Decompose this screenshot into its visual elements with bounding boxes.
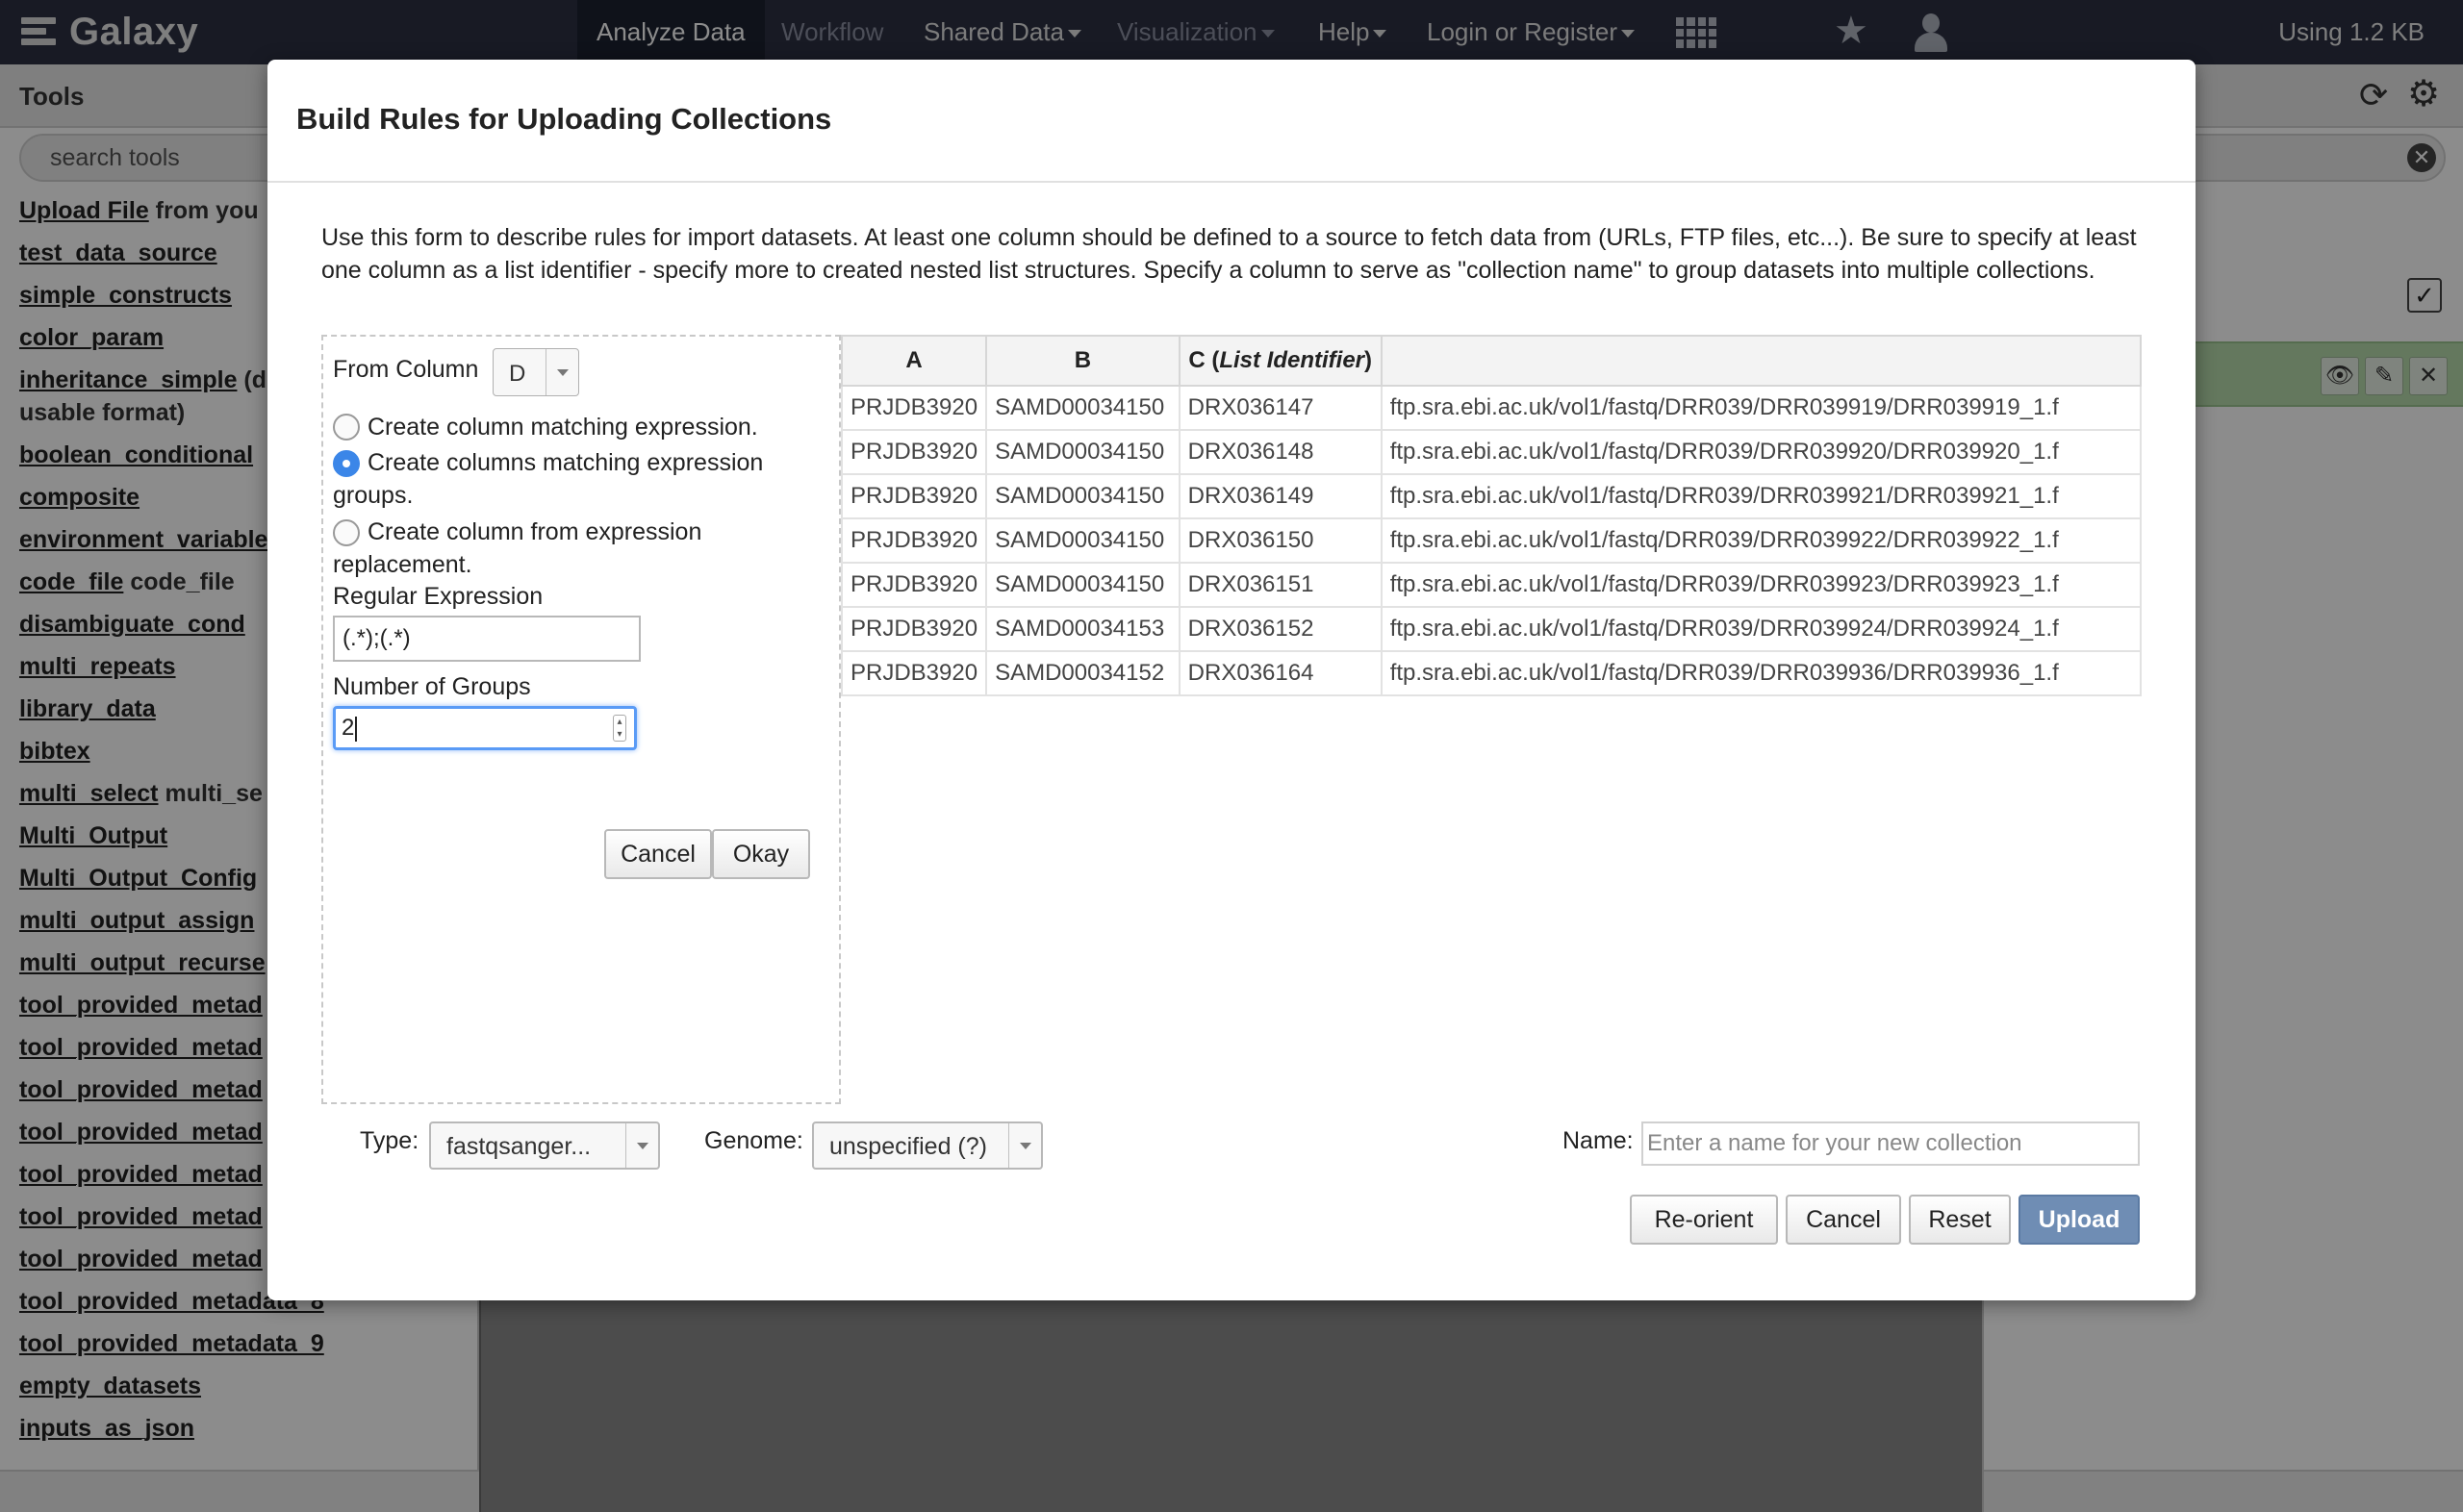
regex-label: Regular Expression [333,583,544,610]
table-cell: PRJDB3920 [841,650,988,696]
rules-data-table: A B C (List Identifier) PRJDB3920 SAMD000… [841,335,2142,1104]
rule-builder-modal: Build Rules for Uploading Collections Us… [267,60,2196,1300]
table-cell: PRJDB3920 [841,606,988,652]
chevron-down-icon [625,1123,658,1168]
table-cell: ftp.sra.ebi.ac.uk/vol1/fastq/DRR039/DRR0… [1380,650,2142,696]
table-cell: DRX036148 [1178,429,1383,475]
table-cell: PRJDB3920 [841,385,988,431]
regex-input[interactable]: (.*);(.*) [333,616,641,662]
name-label: Name: [1562,1127,1634,1154]
table-cell: ftp.sra.ebi.ac.uk/vol1/fastq/DRR039/DRR0… [1380,473,2142,519]
table-cell: ftp.sra.ebi.ac.uk/vol1/fastq/DRR039/DRR0… [1380,517,2142,564]
table-cell: ftp.sra.ebi.ac.uk/vol1/fastq/DRR039/DRR0… [1380,606,2142,652]
spinner-icon[interactable]: ▴ ▾ [613,715,626,742]
table-cell: PRJDB3920 [841,517,988,564]
reset-button[interactable]: Reset [1909,1195,2011,1245]
chevron-down-icon [546,349,578,395]
radio-column-matching[interactable] [333,414,360,441]
table-cell: ftp.sra.ebi.ac.uk/vol1/fastq/DRR039/DRR0… [1380,385,2142,431]
column-header-b[interactable]: B [985,335,1181,387]
type-label: Type: [360,1127,419,1154]
table-row: PRJDB3920 SAMD00034150 DRX036147 ftp.sra.eb… [841,385,2142,431]
table-cell: DRX036149 [1178,473,1383,519]
table-cell: DRX036147 [1178,385,1383,431]
table-cell: DRX036164 [1178,650,1383,696]
upload-button[interactable]: Upload [2019,1195,2140,1245]
cancel-button[interactable]: Cancel [1786,1195,1901,1245]
table-cell: DRX036150 [1178,517,1383,564]
rule-editor: From Column D Create column matching exp… [321,335,841,1104]
column-header-c[interactable]: C (List Identifier) [1178,335,1383,387]
rule-okay-button[interactable]: Okay [712,829,810,879]
genome-label: Genome: [704,1127,803,1154]
from-column-value: D [509,361,526,387]
table-cell: DRX036152 [1178,606,1383,652]
table-row: PRJDB3920 SAMD00034150 DRX036151 ftp.sra.eb… [841,562,2142,608]
from-column-select[interactable]: D [493,348,579,396]
radio-column-matching-label: Create column matching expression. [368,414,758,441]
modal-divider [267,181,2196,183]
genome-select[interactable]: unspecified (?) [812,1121,1043,1170]
modal-title: Build Rules for Uploading Collections [296,102,832,136]
groups-label: Number of Groups [333,673,531,700]
table-cell: SAMD00034150 [985,429,1181,475]
table-cell: SAMD00034153 [985,606,1181,652]
table-cell: DRX036151 [1178,562,1383,608]
data-table: A B C (List Identifier) PRJDB3920 SAMD000… [841,335,2142,696]
table-row: PRJDB3920 SAMD00034150 DRX036148 ftp.sra.eb… [841,429,2142,475]
table-cell: SAMD00034150 [985,473,1181,519]
table-row: PRJDB3920 SAMD00034150 DRX036149 ftp.sra.eb… [841,473,2142,519]
table-cell: PRJDB3920 [841,429,988,475]
table-row: PRJDB3920 SAMD00034153 DRX036152 ftp.sra.eb… [841,606,2142,652]
table-cell: PRJDB3920 [841,473,988,519]
column-header-c-prefix: C ( [1188,347,1220,373]
table-row: PRJDB3920 SAMD00034152 DRX036164 ftp.sra.eb… [841,650,2142,696]
table-cell: ftp.sra.ebi.ac.uk/vol1/fastq/DRR039/DRR0… [1380,429,2142,475]
chevron-down-icon [1008,1123,1041,1168]
type-value: fastqsanger... [446,1133,592,1160]
from-column-label: From Column [333,356,479,383]
type-select[interactable]: fastqsanger... [429,1121,660,1170]
collection-name-input[interactable]: Enter a name for your new collection [1641,1121,2140,1166]
number-of-groups-value: 2 [342,715,355,741]
table-cell: PRJDB3920 [841,562,988,608]
table-cell: SAMD00034150 [985,517,1181,564]
column-header-c-emph: List Identifier [1219,347,1365,373]
table-row: PRJDB3920 SAMD00034150 DRX036150 ftp.sra.eb… [841,517,2142,564]
radio-column-replacement-label: Create column from expression replacemen… [333,518,702,578]
number-of-groups-input[interactable]: 2 ▴ ▾ [333,706,637,750]
modal-description: Use this form to describe rules for impo… [321,224,2137,284]
column-header-c-suffix: ) [1364,347,1373,373]
reorient-button[interactable]: Re-orient [1630,1195,1778,1245]
table-cell: SAMD00034152 [985,650,1181,696]
table-cell: ftp.sra.ebi.ac.uk/vol1/fastq/DRR039/DRR0… [1380,562,2142,608]
table-body: PRJDB3920 SAMD00034150 DRX036147 ftp.sra.eb… [841,385,2142,696]
radio-columns-groups-label: Create columns matching expression group… [333,449,764,509]
table-cell: SAMD00034150 [985,562,1181,608]
column-header-d[interactable] [1380,335,2142,387]
genome-value: unspecified (?) [829,1133,987,1160]
column-header-a[interactable]: A [841,335,988,387]
table-cell: SAMD00034150 [985,385,1181,431]
rule-cancel-button[interactable]: Cancel [604,829,712,879]
